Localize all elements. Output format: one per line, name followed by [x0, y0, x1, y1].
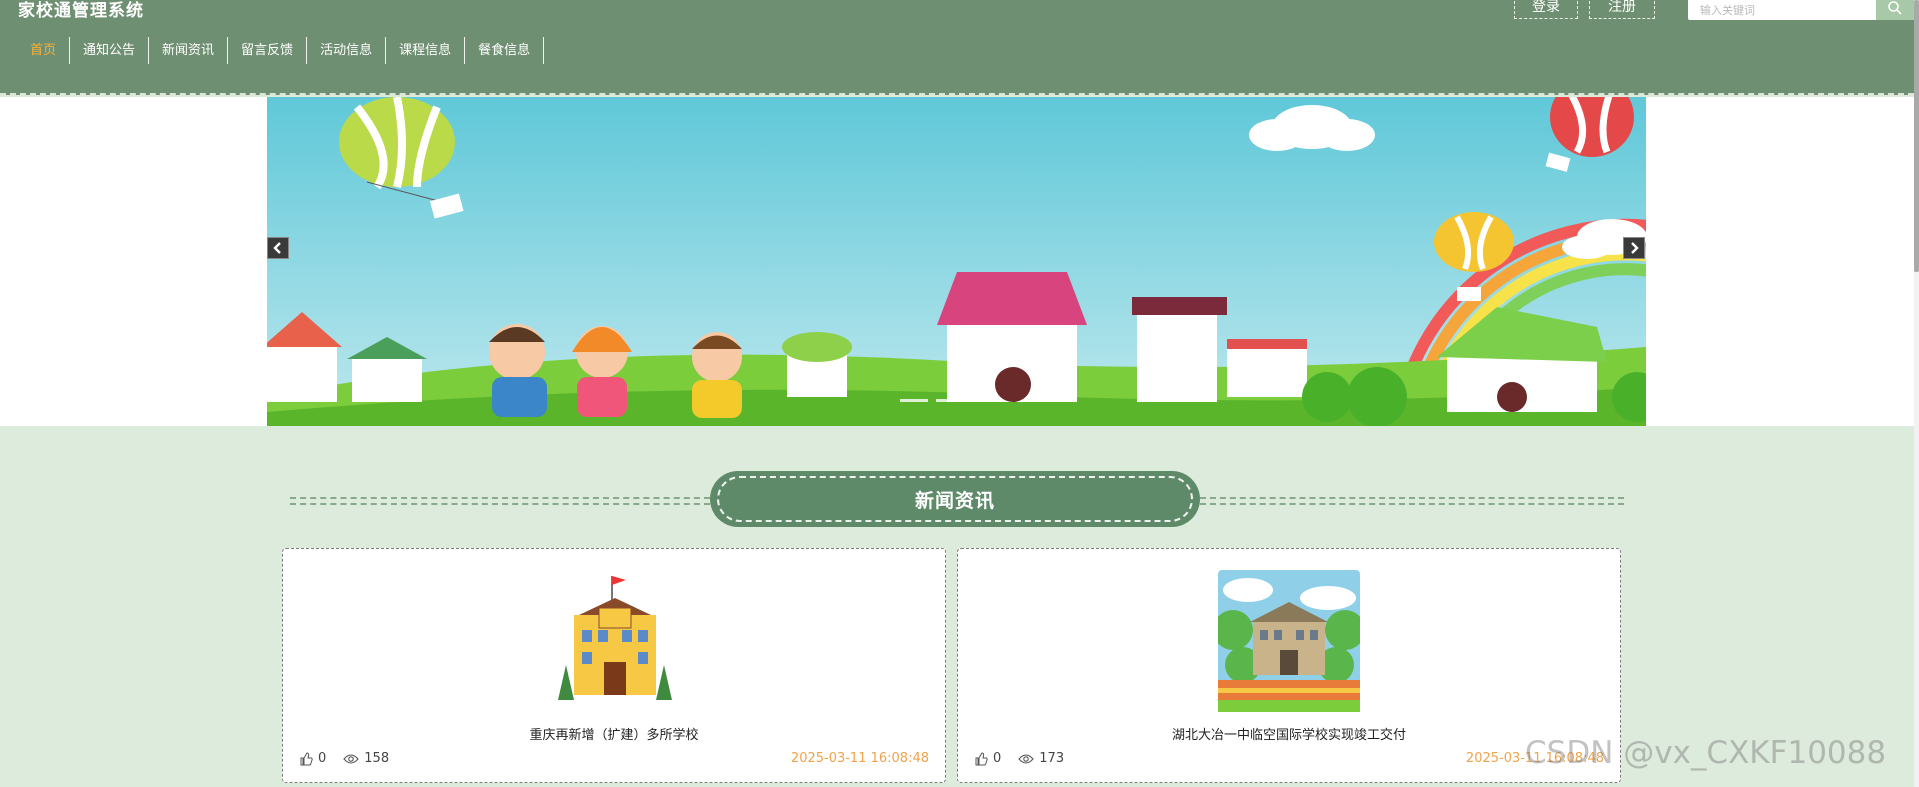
news-card-title[interactable]: 湖北大冶一中临空国际学校实现竣工交付 — [958, 724, 1620, 743]
top-header: 家校通管理系统 首页 通知公告 新闻资讯 留言反馈 活动信息 课程信息 餐食信息… — [0, 0, 1914, 95]
banner-carousel[interactable] — [267, 97, 1646, 426]
carousel-next-button[interactable] — [1623, 237, 1645, 259]
watermark: CSDN @vx_CXKF10088 — [1525, 735, 1887, 771]
chevron-right-icon — [1631, 242, 1639, 254]
thumbs-up-icon[interactable] — [299, 751, 313, 766]
carousel-indicators — [900, 399, 1000, 402]
nav-item-courses[interactable]: 课程信息 — [386, 37, 466, 64]
news-card-stats: 0 173 — [974, 751, 1064, 766]
search-button[interactable] — [1876, 0, 1914, 20]
section-title: 新闻资讯 — [710, 471, 1200, 527]
carousel-dot[interactable] — [972, 399, 1000, 402]
news-card[interactable]: 湖北大冶一中临空国际学校实现竣工交付 0 173 2025-03-11 16:0… — [957, 548, 1621, 783]
thumbs-up-icon[interactable] — [974, 751, 988, 766]
search-input[interactable]: 输入关键词 — [1688, 0, 1876, 20]
carousel-dot[interactable] — [900, 399, 928, 402]
banner-illustration — [267, 97, 1646, 426]
site-title: 家校通管理系统 — [18, 1, 144, 21]
nav-item-news[interactable]: 新闻资讯 — [149, 37, 229, 64]
nav-item-home[interactable]: 首页 — [17, 37, 71, 64]
nav-item-activities[interactable]: 活动信息 — [307, 37, 387, 64]
news-card-title[interactable]: 重庆再新增（扩建）多所学校 — [283, 724, 945, 743]
news-card-views: 173 — [1039, 751, 1065, 766]
page-scrollbar-thumb[interactable] — [1914, 0, 1919, 272]
section-divider-right — [1200, 497, 1624, 505]
chevron-left-icon — [273, 242, 281, 254]
section-divider-left — [290, 497, 710, 505]
search-icon — [1888, 1, 1902, 15]
news-card-likes: 0 — [993, 751, 1002, 766]
news-card-stats: 0 158 — [299, 751, 389, 766]
news-card[interactable]: 重庆再新增（扩建）多所学校 0 158 2025-03-11 16:08:48 — [282, 548, 946, 783]
nav-item-feedback[interactable]: 留言反馈 — [228, 37, 308, 64]
news-card-image — [544, 570, 686, 712]
main-nav: 首页 通知公告 新闻资讯 留言反馈 活动信息 课程信息 餐食信息 — [17, 37, 545, 64]
news-card-image — [1218, 570, 1360, 712]
carousel-prev-button[interactable] — [267, 237, 289, 259]
register-button[interactable]: 注册 — [1589, 0, 1655, 19]
login-button[interactable]: 登录 — [1514, 0, 1578, 19]
eye-icon — [343, 753, 360, 764]
nav-item-notices[interactable]: 通知公告 — [70, 37, 150, 64]
carousel-dot[interactable] — [936, 399, 964, 402]
eye-icon — [1018, 753, 1035, 764]
section-title-text: 新闻资讯 — [717, 476, 1193, 522]
nav-item-meals[interactable]: 餐食信息 — [465, 37, 545, 64]
news-card-likes: 0 — [318, 751, 327, 766]
news-card-views: 158 — [364, 751, 390, 766]
news-card-date: 2025-03-11 16:08:48 — [790, 751, 929, 766]
